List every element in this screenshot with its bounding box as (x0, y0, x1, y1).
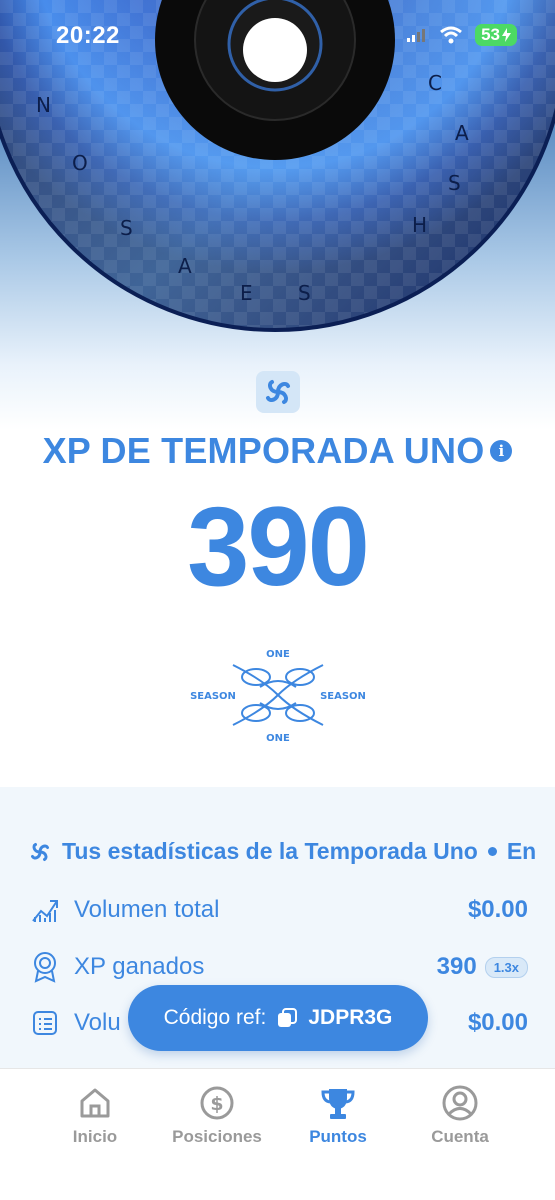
stat-value: $0.00 (467, 1009, 528, 1036)
status-bar: 20:22 53 (0, 0, 555, 72)
referral-code-button[interactable]: Código ref: JDPR3G (128, 985, 428, 1051)
swirl-icon (31, 842, 49, 861)
tab-inicio[interactable]: Inicio (40, 1083, 150, 1147)
stat-row-xp: XP ganados 390 1.3x (28, 945, 528, 989)
season-icon (256, 371, 300, 413)
ticker-separator (487, 847, 497, 856)
battery-indicator: 53 (475, 24, 517, 46)
chart-up-icon (28, 893, 62, 927)
info-icon[interactable]: i (490, 440, 513, 462)
season-xp-value: 390 (187, 484, 370, 609)
svg-text:A: A (455, 121, 469, 145)
signal-icon (407, 29, 426, 42)
svg-text:C: C (428, 71, 442, 95)
status-time: 20:22 (56, 22, 120, 49)
badge-icon (28, 950, 62, 984)
tab-posiciones[interactable]: $ Posiciones (162, 1083, 272, 1147)
svg-text:E: E (240, 281, 253, 305)
svg-text:S: S (298, 281, 311, 305)
stat-label: Volu (74, 1009, 121, 1036)
stat-label: XP ganados (74, 953, 205, 980)
season-one-logo: ONE ONE SEASON SEASON (190, 649, 366, 744)
svg-text:ONE: ONE (266, 649, 290, 660)
svg-text:S: S (120, 216, 133, 240)
list-icon (28, 1006, 62, 1040)
hero-banner: C A S H S E A S O N 20:22 53 (0, 0, 555, 430)
referral-code: JDPR3G (308, 1006, 393, 1029)
stats-ticker: Tus estadísticas de la Temporada Uno En (28, 838, 536, 865)
svg-text:SEASON: SEASON (320, 691, 366, 702)
stat-value: 390 1.3x (437, 953, 528, 981)
wifi-icon (440, 26, 463, 44)
bottom-tab-bar: Inicio $ Posiciones Puntos Cuenta (0, 1068, 555, 1200)
swirl-icon (266, 380, 290, 404)
tab-cuenta[interactable]: Cuenta (405, 1083, 515, 1147)
tab-label: Puntos (309, 1127, 367, 1146)
ticker-tail: En (506, 838, 537, 864)
tab-puntos[interactable]: Puntos (283, 1083, 393, 1147)
status-indicators: 53 (407, 24, 517, 46)
svg-text:S: S (448, 171, 461, 195)
svg-text:SEASON: SEASON (190, 691, 236, 702)
user-icon (442, 1085, 478, 1121)
season-xp-title: XP DE TEMPORADA UNO i (0, 430, 555, 472)
svg-text:ONE: ONE (266, 733, 290, 744)
tab-label: Cuenta (431, 1127, 489, 1146)
svg-text:O: O (72, 151, 88, 175)
stat-value: $0.00 (467, 896, 528, 923)
svg-text:A: A (178, 254, 192, 278)
dollar-icon: $ (200, 1086, 234, 1120)
season-xp-title-text: XP DE TEMPORADA UNO (42, 430, 485, 471)
tab-label: Posiciones (172, 1127, 262, 1146)
tab-label: Inicio (72, 1127, 118, 1146)
trophy-icon (321, 1089, 355, 1119)
stat-row-volume: Volumen total $0.00 (28, 888, 528, 932)
referral-label: Código ref: (163, 1006, 267, 1029)
ticker-text: Tus estadísticas de la Temporada Uno (62, 838, 478, 864)
svg-text:$: $ (210, 1093, 223, 1115)
multiplier-badge: 1.3x (484, 956, 528, 978)
copy-icon (278, 1008, 298, 1027)
charging-icon (502, 28, 511, 42)
svg-text:N: N (36, 93, 51, 117)
home-icon (80, 1088, 110, 1118)
stat-label: Volumen total (74, 896, 220, 923)
svg-text:H: H (412, 213, 427, 237)
